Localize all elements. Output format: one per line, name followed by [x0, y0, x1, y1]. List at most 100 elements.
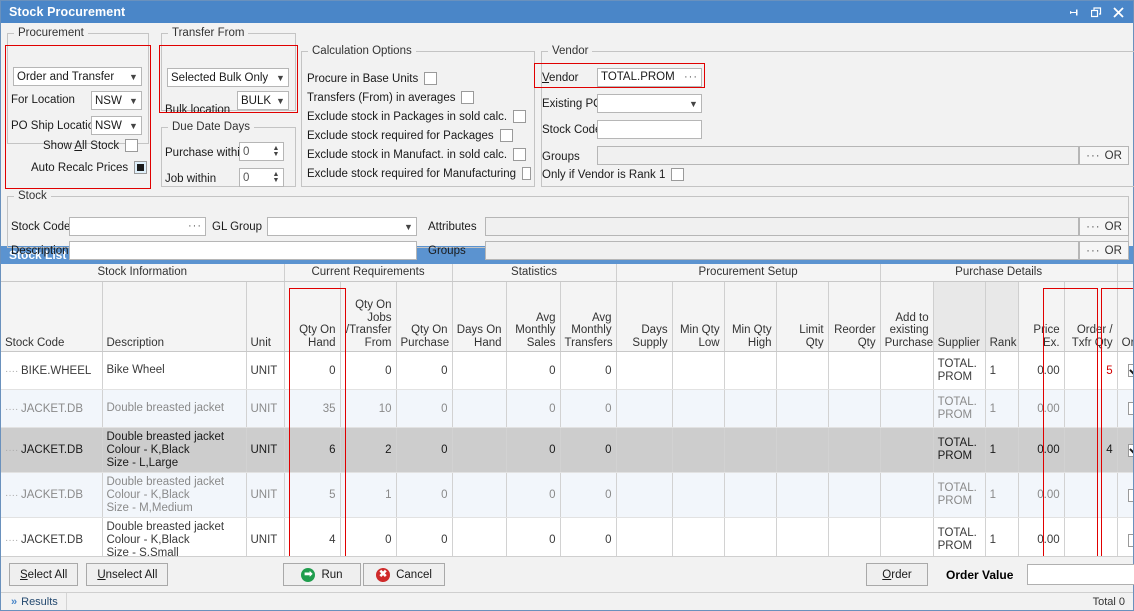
- order-checkbox[interactable]: [1128, 364, 1133, 377]
- auto-recalc-prices-checkbox[interactable]: [134, 161, 147, 174]
- show-all-stock-row[interactable]: Show All Stock: [43, 139, 138, 152]
- cell-qty_on_hand: 35: [284, 390, 340, 428]
- stock-groups-or-button[interactable]: ··· OR: [1079, 241, 1129, 260]
- stock-list-body: ····BIKE.WHEELBike WheelUNIT00000TOTAL.P…: [1, 352, 1133, 556]
- vendor-rank-checkbox[interactable]: [671, 168, 684, 181]
- order-checkbox[interactable]: [1128, 489, 1133, 502]
- calc-option-row-1[interactable]: Transfers (From) in averages: [307, 88, 531, 107]
- calc-option-row-2[interactable]: Exclude stock in Packages in sold calc.: [307, 107, 531, 126]
- close-icon[interactable]: [1107, 2, 1129, 22]
- tree-node-icon[interactable]: ····: [5, 366, 21, 377]
- calc-option-checkbox[interactable]: [522, 167, 531, 180]
- stock-list-grid[interactable]: Stock InformationCurrent RequirementsSta…: [1, 264, 1133, 556]
- cancel-button[interactable]: ✖ Cancel: [363, 563, 445, 586]
- tree-node-icon[interactable]: ····: [5, 404, 21, 415]
- column-header-unit[interactable]: Unit: [246, 282, 284, 352]
- vendor-rank-row[interactable]: Only if Vendor is Rank 1: [542, 168, 684, 181]
- description-filter-field[interactable]: [69, 241, 417, 260]
- table-row[interactable]: ····JACKET.DBDouble breasted jacketColou…: [1, 518, 1133, 556]
- calc-option-row-3[interactable]: Exclude stock required for Packages: [307, 126, 531, 145]
- ellipsis-icon[interactable]: ···: [684, 69, 698, 86]
- column-header-min_qty_low[interactable]: Min Qty Low: [672, 282, 724, 352]
- calc-option-checkbox[interactable]: [513, 110, 526, 123]
- stock-code-filter-field[interactable]: ···: [69, 217, 206, 236]
- job-within-stepper[interactable]: 0 ▲▼: [239, 168, 284, 187]
- column-header-order[interactable]: Order: [1117, 282, 1133, 352]
- tree-node-icon[interactable]: ····: [5, 445, 21, 456]
- unselect-all-button[interactable]: Unselect All: [86, 563, 168, 586]
- vendor-groups-field[interactable]: [597, 146, 1079, 165]
- calc-option-row-5[interactable]: Exclude stock required for Manufacturing: [307, 164, 531, 183]
- column-header-avg_monthly_sales[interactable]: Avg Monthly Sales: [506, 282, 560, 352]
- column-header-price_ex[interactable]: Price Ex.: [1018, 282, 1064, 352]
- pin-icon[interactable]: [1063, 2, 1085, 22]
- po-ship-location-select[interactable]: NSW ▼: [91, 116, 142, 135]
- chevron-down-icon: ▼: [686, 95, 701, 112]
- table-row[interactable]: ····JACKET.DBDouble breasted jacketUNIT3…: [1, 390, 1133, 428]
- cell-order[interactable]: [1117, 518, 1133, 556]
- column-header-avg_monthly_transfers[interactable]: Avg Monthly Transfers: [560, 282, 616, 352]
- stepper-arrows-icon[interactable]: ▲▼: [269, 143, 283, 160]
- stock-groups-field[interactable]: [485, 241, 1079, 260]
- order-value-field[interactable]: 0.00: [1027, 564, 1134, 585]
- bulk-location-select[interactable]: BULK ▼: [237, 91, 289, 110]
- calc-option-checkbox[interactable]: [461, 91, 474, 104]
- column-header-days_on_hand[interactable]: Days On Hand: [452, 282, 506, 352]
- column-header-supplier[interactable]: Supplier: [933, 282, 985, 352]
- order-checkbox[interactable]: [1128, 534, 1133, 547]
- tree-node-icon[interactable]: ····: [5, 535, 21, 546]
- calc-option-checkbox[interactable]: [500, 129, 513, 142]
- attributes-or-button[interactable]: ··· OR: [1079, 217, 1129, 236]
- cell-order[interactable]: [1117, 428, 1133, 473]
- column-header-qty_on_hand[interactable]: Qty On Hand: [284, 282, 340, 352]
- cell-order[interactable]: [1117, 352, 1133, 390]
- column-header-qty_on_jobs[interactable]: Qty On Jobs /Transfer From: [340, 282, 396, 352]
- show-all-stock-checkbox[interactable]: [125, 139, 138, 152]
- restore-icon[interactable]: [1085, 2, 1107, 22]
- vendor-groups-or-button[interactable]: ··· OR: [1079, 146, 1129, 165]
- ellipsis-icon[interactable]: ···: [188, 218, 202, 235]
- cell-min_qty_low: [672, 390, 724, 428]
- column-header-days_supply[interactable]: Days Supply: [616, 282, 672, 352]
- table-row[interactable]: ····JACKET.DBDouble breasted jacketColou…: [1, 428, 1133, 473]
- column-header-order_txfr_qty[interactable]: Order / Txfr Qty: [1064, 282, 1117, 352]
- results-tab[interactable]: » Results: [9, 593, 67, 610]
- tree-node-icon[interactable]: ····: [5, 490, 21, 501]
- calc-option-row-0[interactable]: Procure in Base Units: [307, 69, 531, 88]
- calc-option-checkbox[interactable]: [424, 72, 437, 85]
- vendor-field[interactable]: TOTAL.PROM ···: [597, 68, 702, 87]
- existing-po-select[interactable]: ▼: [597, 94, 702, 113]
- procurement-mode-select[interactable]: Order and Transfer ▼: [13, 67, 142, 86]
- calc-option-row-4[interactable]: Exclude stock in Manufact. in sold calc.: [307, 145, 531, 164]
- column-header-stock_code[interactable]: Stock Code: [1, 282, 102, 352]
- select-all-button[interactable]: Select All: [9, 563, 78, 586]
- auto-recalc-prices-row[interactable]: Auto Recalc Prices: [31, 161, 147, 174]
- order-checkbox[interactable]: [1128, 444, 1133, 457]
- stepper-arrows-icon[interactable]: ▲▼: [269, 169, 283, 186]
- table-row[interactable]: ····JACKET.DBDouble breasted jacketColou…: [1, 473, 1133, 518]
- column-header-reorder_qty[interactable]: Reorder Qty: [828, 282, 880, 352]
- column-header-min_qty_high[interactable]: Min Qty High: [724, 282, 776, 352]
- transfer-from-mode-select[interactable]: Selected Bulk Only ▼: [167, 68, 289, 87]
- column-header-limit_qty[interactable]: Limit Qty: [776, 282, 828, 352]
- column-header-rank[interactable]: Rank: [985, 282, 1018, 352]
- cell-order[interactable]: [1117, 390, 1133, 428]
- calc-option-checkbox[interactable]: [513, 148, 526, 161]
- column-header-description[interactable]: Description: [102, 282, 246, 352]
- column-header-add_to_existing[interactable]: Add to existing Purchase: [880, 282, 933, 352]
- for-location-select[interactable]: NSW ▼: [91, 91, 142, 110]
- cell-order[interactable]: [1117, 473, 1133, 518]
- vendor-stock-code-field[interactable]: [597, 120, 702, 139]
- order-checkbox[interactable]: [1128, 402, 1133, 415]
- column-header-qty_on_purchase[interactable]: Qty On Purchase: [396, 282, 452, 352]
- calculation-options-list: Procure in Base UnitsTransfers (From) in…: [307, 69, 531, 183]
- table-row[interactable]: ····BIKE.WHEELBike WheelUNIT00000TOTAL.P…: [1, 352, 1133, 390]
- gl-group-select[interactable]: ▼: [267, 217, 417, 236]
- cell-limit_qty: [776, 428, 828, 473]
- cell-price_ex: 0.00: [1018, 473, 1064, 518]
- order-button[interactable]: Order: [866, 563, 928, 586]
- attributes-field[interactable]: [485, 217, 1079, 236]
- purchase-within-stepper[interactable]: 0 ▲▼: [239, 142, 284, 161]
- run-button[interactable]: ➡ Run: [283, 563, 361, 586]
- cell-order_txfr_qty: 5: [1064, 352, 1117, 390]
